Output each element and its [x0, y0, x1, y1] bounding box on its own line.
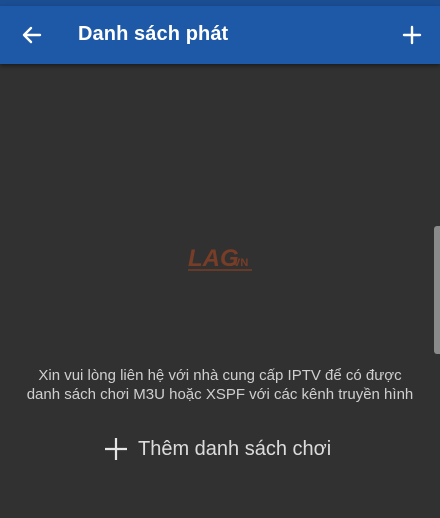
add-playlist-icon[interactable] [398, 21, 426, 49]
add-playlist-label: Thêm danh sách chơi [138, 437, 332, 460]
scrollbar-handle[interactable] [434, 226, 440, 354]
page-title: Danh sách phát [78, 23, 229, 45]
add-playlist-button[interactable]: Thêm danh sách chơi [102, 432, 331, 466]
hint-line-2: danh sách chơi M3U hoặc XSPF với các kên… [26, 386, 414, 403]
watermark-logo: LAG .VN [186, 234, 256, 278]
empty-state-hint: Xin vui lòng liên hệ với nhà cung cấp IP… [0, 366, 440, 404]
hint-line-1: Xin vui lòng liên hệ với nhà cung cấp IP… [38, 367, 402, 384]
back-arrow-icon[interactable] [18, 21, 46, 49]
app-bar: Danh sách phát [0, 6, 440, 64]
svg-text:.VN: .VN [230, 257, 248, 269]
plus-icon [102, 435, 130, 463]
